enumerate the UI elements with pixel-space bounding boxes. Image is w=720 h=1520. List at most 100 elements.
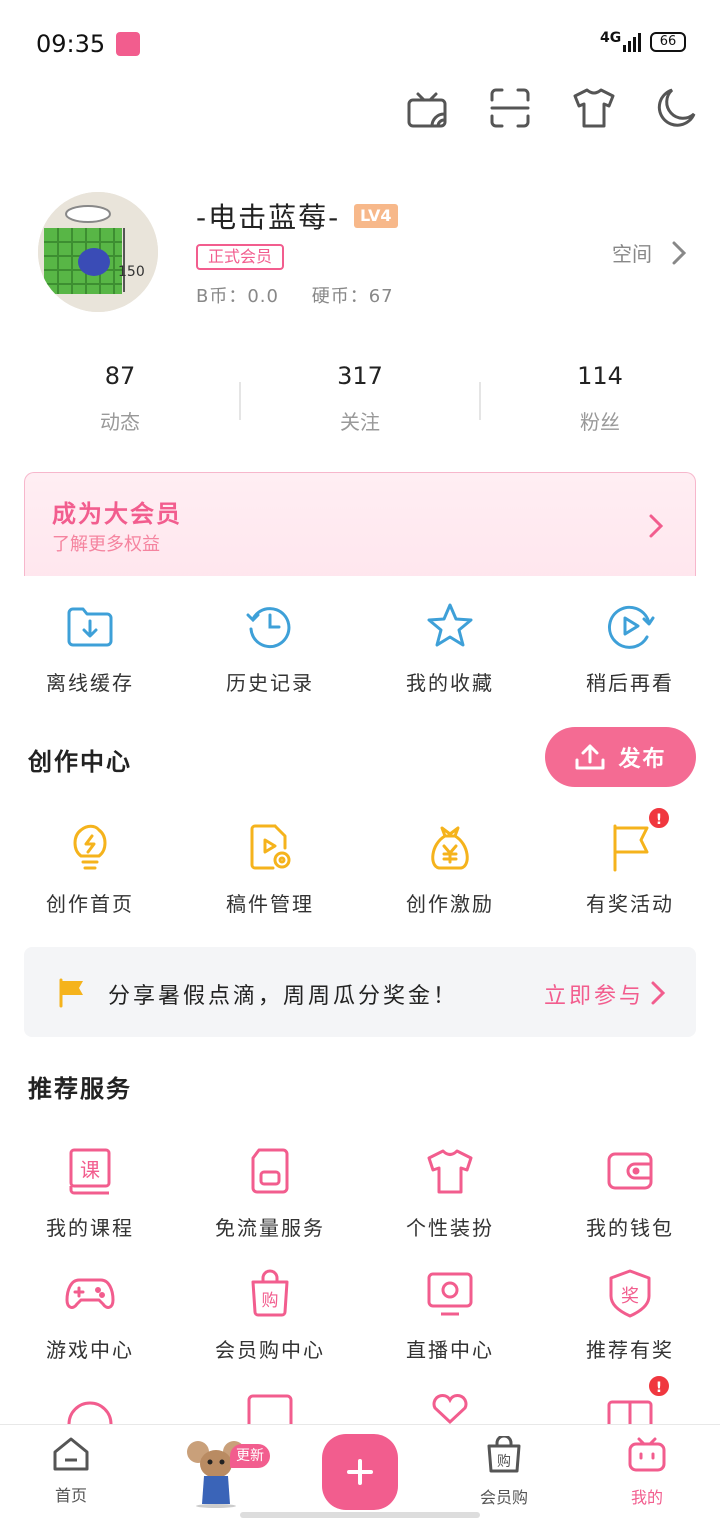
partial-service-icon — [67, 1401, 113, 1425]
stat-label: 关注 — [340, 410, 380, 434]
game-center-button[interactable]: 游戏中心 — [0, 1268, 180, 1363]
manuscript-manage-button[interactable]: 稿件管理 — [180, 822, 360, 917]
stat-number: 317 — [337, 362, 383, 390]
referral-reward-button[interactable]: 奖 推荐有奖 — [540, 1268, 720, 1363]
grid-label: 有奖活动 — [586, 892, 674, 916]
tshirt-icon[interactable] — [572, 86, 616, 130]
history-clock-icon — [246, 607, 291, 649]
offline-cache-button[interactable]: 离线缓存 — [0, 601, 180, 696]
coin-value: 硬币：67 — [311, 286, 394, 307]
avatar[interactable]: 150 — [38, 192, 158, 312]
vip-banner-title: 成为大会员 — [52, 500, 182, 528]
creation-home-button[interactable]: 创作首页 — [0, 822, 180, 917]
watch-later-button[interactable]: 稍后再看 — [540, 601, 720, 696]
tshirt-icon — [427, 1149, 473, 1194]
vip-shop-center-button[interactable]: 购 会员购中心 — [180, 1268, 360, 1363]
grid-label: 稍后再看 — [586, 671, 674, 695]
flag-icon — [59, 978, 83, 1008]
stat-fans[interactable]: 114 粉丝 — [480, 362, 720, 435]
sim-card-icon — [251, 1148, 289, 1194]
svg-text:课: 课 — [80, 1158, 100, 1182]
svg-text:购: 购 — [262, 1291, 279, 1311]
chevron-right-icon[interactable] — [650, 980, 666, 1006]
my-wallet-button[interactable]: 我的钱包 — [540, 1146, 720, 1241]
stat-number: 114 — [577, 362, 623, 390]
stat-following[interactable]: 317 关注 — [240, 362, 480, 435]
grid-label: 推荐有奖 — [586, 1338, 674, 1362]
favorites-button[interactable]: 我的收藏 — [360, 601, 540, 696]
nav-label: 会员购 — [479, 1488, 528, 1507]
grid-label: 我的课程 — [46, 1216, 134, 1240]
signal-icon — [623, 33, 641, 52]
lightbulb-icon — [73, 824, 107, 870]
svg-text:150: 150 — [118, 264, 145, 280]
wallet-icon — [607, 1152, 653, 1190]
grid-label: 个性装扮 — [406, 1216, 494, 1240]
services-title: 推荐服务 — [28, 1075, 132, 1103]
nav-publish-plus-button[interactable] — [322, 1434, 398, 1510]
coin-balance: B币：0.0 硬币：67 — [196, 282, 420, 308]
grid-label: 离线缓存 — [46, 671, 134, 695]
chevron-right-icon[interactable] — [646, 512, 666, 540]
stat-posts[interactable]: 87 动态 — [0, 362, 240, 435]
my-course-button[interactable]: 课 我的课程 — [0, 1146, 180, 1241]
vip-banner-subtitle: 了解更多权益 — [52, 534, 160, 555]
username: -电击蓝莓- — [196, 201, 341, 234]
stat-label: 动态 — [100, 410, 140, 434]
star-icon — [427, 603, 473, 647]
reward-activity-button[interactable]: 有奖活动 — [540, 822, 720, 917]
shopping-bag-icon: 购 — [251, 1269, 289, 1317]
scan-icon[interactable] — [488, 86, 532, 130]
network-label: 4G — [600, 30, 622, 46]
tv-cast-icon[interactable] — [406, 86, 450, 130]
free-data-button[interactable]: 免流量服务 — [180, 1146, 360, 1241]
dress-up-button[interactable]: 个性装扮 — [360, 1146, 540, 1241]
grid-label: 免流量服务 — [215, 1216, 325, 1240]
grid-label: 我的钱包 — [586, 1216, 674, 1240]
nav-label: 首页 — [54, 1486, 87, 1505]
plus-icon — [347, 1459, 373, 1485]
nav-vip-shop[interactable]: 购 会员购 — [449, 1434, 559, 1508]
grid-label: 创作激励 — [406, 892, 494, 916]
partial-gift-icon — [607, 1400, 653, 1426]
live-tv-icon — [427, 1272, 473, 1316]
live-center-button[interactable]: 直播中心 — [360, 1268, 540, 1363]
space-link[interactable]: 空间 — [612, 238, 652, 267]
creation-center-title: 创作中心 — [28, 748, 132, 776]
level-badge: LV4 — [354, 204, 398, 228]
reward-icon: 奖 — [609, 1269, 651, 1318]
screen: 09:35 4G 66 150 -电击蓝莓- LV4 正式会员 B币：0.0 硬… — [0, 0, 720, 1520]
manuscript-icon — [250, 824, 291, 870]
nav-home[interactable]: 首页 — [16, 1436, 126, 1506]
partial-service-icon — [247, 1394, 293, 1426]
b-coin-value: B币：0.0 — [196, 286, 279, 307]
history-button[interactable]: 历史记录 — [180, 601, 360, 696]
download-folder-icon — [67, 607, 113, 647]
partial-heart-icon — [432, 1394, 468, 1425]
watch-later-icon — [608, 605, 655, 649]
notification-badge: ! — [647, 806, 671, 830]
promo-join-link[interactable]: 立即参与 — [544, 978, 644, 1010]
chevron-right-icon[interactable] — [670, 240, 688, 266]
grid-label: 我的收藏 — [406, 671, 494, 695]
gesture-bar — [240, 1512, 480, 1518]
update-badge: 更新 — [230, 1444, 270, 1468]
bilibili-app-icon — [116, 32, 140, 56]
publish-label: 发布 — [618, 747, 667, 772]
moon-icon[interactable] — [654, 86, 698, 130]
home-icon — [53, 1437, 89, 1471]
publish-button[interactable]: 发布 — [545, 727, 696, 787]
creation-incentive-button[interactable]: 创作激励 — [360, 822, 540, 917]
gamepad-icon — [65, 1278, 115, 1309]
grid-label: 稿件管理 — [226, 892, 314, 916]
vip-status-badge[interactable]: 正式会员 — [196, 244, 285, 270]
nav-mine[interactable]: 我的 — [592, 1436, 702, 1508]
svg-text:奖: 奖 — [621, 1286, 639, 1307]
grid-label: 创作首页 — [46, 892, 134, 916]
nav-label: 我的 — [630, 1488, 663, 1507]
notification-badge: ! — [647, 1374, 671, 1398]
svg-text:购: 购 — [497, 1454, 511, 1470]
stat-number: 87 — [104, 362, 136, 390]
grid-label: 游戏中心 — [46, 1338, 134, 1362]
grid-label: 历史记录 — [226, 671, 314, 695]
